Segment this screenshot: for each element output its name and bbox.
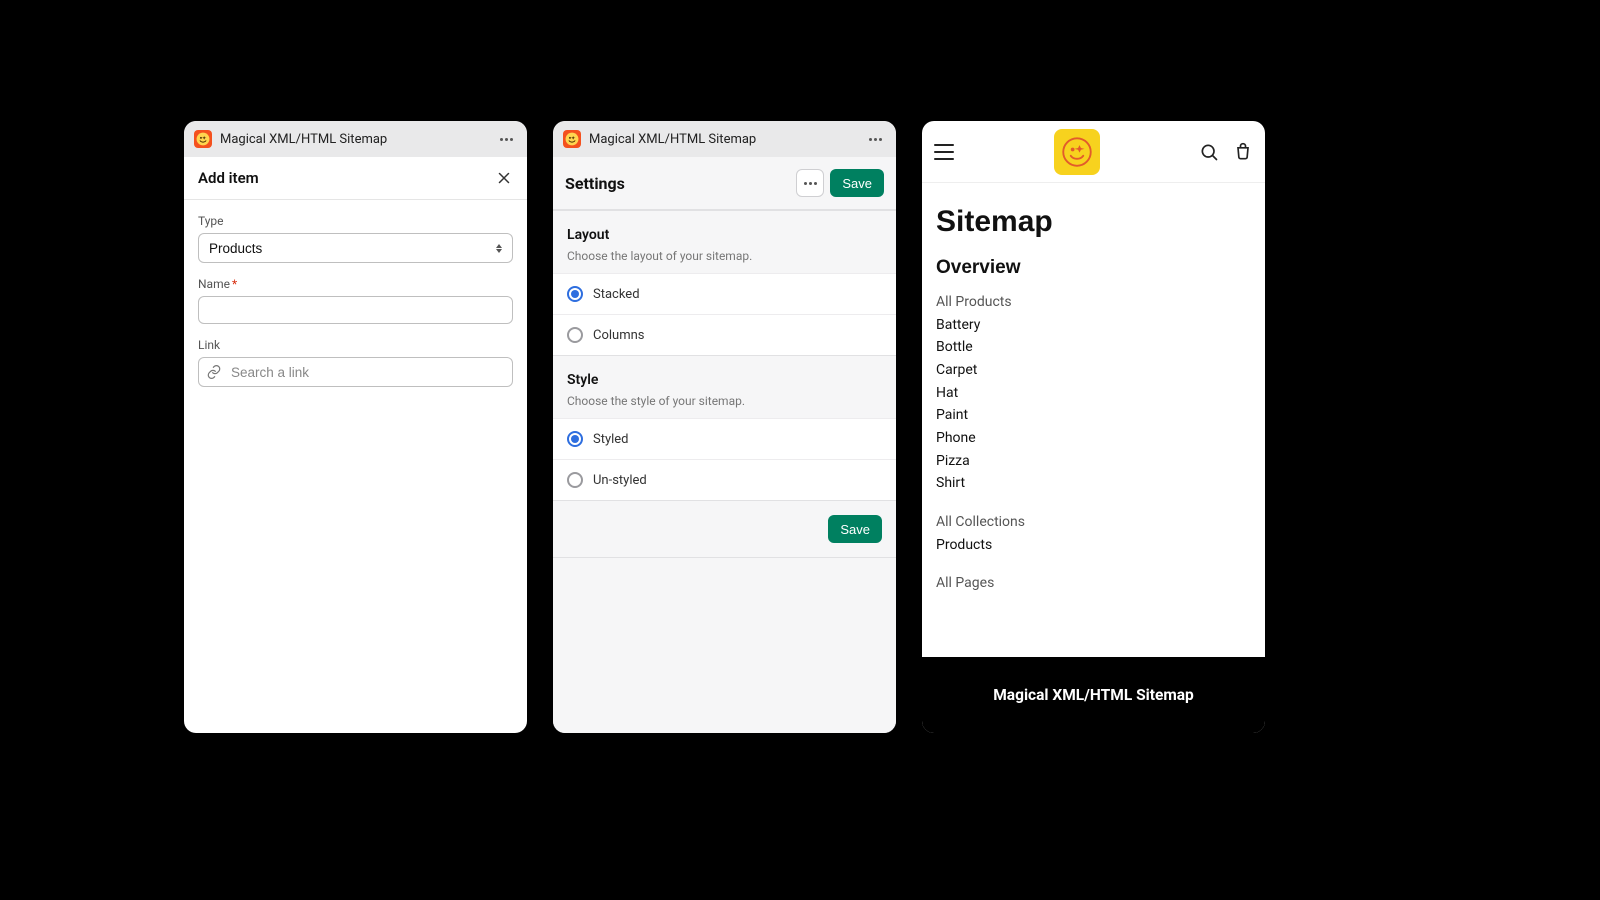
sitemap-link-product[interactable]: Carpet bbox=[936, 359, 1251, 382]
sitemap-link-product[interactable]: Phone bbox=[936, 427, 1251, 450]
style-section-subtitle: Choose the style of your sitemap. bbox=[567, 394, 882, 408]
name-label: Name* bbox=[198, 277, 513, 291]
link-icon bbox=[206, 364, 222, 380]
radio-icon bbox=[567, 286, 583, 302]
footer-save-button[interactable]: Save bbox=[828, 515, 882, 543]
type-select[interactable]: Products bbox=[198, 233, 513, 263]
app-logo-icon bbox=[194, 130, 212, 148]
brand-logo-icon bbox=[1054, 129, 1100, 175]
link-input[interactable] bbox=[198, 357, 513, 387]
sitemap-link-product[interactable]: Paint bbox=[936, 404, 1251, 427]
layout-option-columns[interactable]: Columns bbox=[553, 314, 896, 355]
radio-icon bbox=[567, 431, 583, 447]
panel-settings: Magical XML/HTML Sitemap Settings Save L… bbox=[553, 121, 896, 733]
close-icon[interactable] bbox=[495, 169, 513, 187]
sitemap-link-product[interactable]: Shirt bbox=[936, 472, 1251, 495]
footer-text: Magical XML/HTML Sitemap bbox=[993, 686, 1194, 704]
sitemap-link-product[interactable]: Hat bbox=[936, 382, 1251, 405]
radio-icon bbox=[567, 327, 583, 343]
sitemap-link-all-collections[interactable]: All Collections bbox=[936, 511, 1251, 534]
app-bar: Magical XML/HTML Sitemap bbox=[553, 121, 896, 157]
search-icon[interactable] bbox=[1199, 142, 1219, 162]
storefront-header bbox=[922, 121, 1265, 183]
name-input[interactable] bbox=[198, 296, 513, 324]
radio-icon bbox=[567, 472, 583, 488]
layout-section-title: Layout bbox=[567, 227, 882, 243]
sitemap-collections-block: All Collections Products bbox=[936, 511, 1251, 556]
sitemap-link-product[interactable]: Pizza bbox=[936, 450, 1251, 473]
cart-icon[interactable] bbox=[1233, 142, 1253, 162]
more-menu-button[interactable] bbox=[496, 134, 517, 145]
sitemap-products-block: All Products Battery Bottle Carpet Hat P… bbox=[936, 291, 1251, 495]
app-title: Magical XML/HTML Sitemap bbox=[220, 132, 488, 147]
sitemap-link-product[interactable]: Battery bbox=[936, 314, 1251, 337]
style-option-styled[interactable]: Styled bbox=[553, 418, 896, 459]
settings-title: Settings bbox=[565, 174, 625, 193]
storefront-footer: Magical XML/HTML Sitemap bbox=[922, 657, 1265, 733]
save-button[interactable]: Save bbox=[830, 169, 884, 197]
sitemap-link-all-pages[interactable]: All Pages bbox=[936, 572, 1251, 595]
link-label: Link bbox=[198, 338, 513, 352]
style-section-title: Style bbox=[567, 372, 882, 388]
sitemap-overview-title: Overview bbox=[936, 257, 1251, 279]
style-option-unstyled[interactable]: Un-styled bbox=[553, 459, 896, 500]
panel-storefront-preview: Sitemap Overview All Products Battery Bo… bbox=[922, 121, 1265, 733]
app-title: Magical XML/HTML Sitemap bbox=[589, 132, 857, 147]
more-menu-button[interactable] bbox=[865, 134, 886, 145]
app-logo-icon bbox=[563, 130, 581, 148]
app-bar: Magical XML/HTML Sitemap bbox=[184, 121, 527, 157]
hamburger-menu-icon[interactable] bbox=[934, 144, 954, 160]
sitemap-pages-block: All Pages bbox=[936, 572, 1251, 595]
settings-more-button[interactable] bbox=[796, 169, 824, 197]
sitemap-link-product[interactable]: Bottle bbox=[936, 336, 1251, 359]
sitemap-page-title: Sitemap bbox=[936, 205, 1251, 239]
sitemap-link-all-products[interactable]: All Products bbox=[936, 291, 1251, 314]
panel-title: Add item bbox=[198, 169, 259, 187]
layout-option-stacked[interactable]: Stacked bbox=[553, 273, 896, 314]
layout-section-subtitle: Choose the layout of your sitemap. bbox=[567, 249, 882, 263]
panel-add-item: Magical XML/HTML Sitemap Add item Type P… bbox=[184, 121, 527, 733]
sitemap-link-collection[interactable]: Products bbox=[936, 534, 1251, 557]
type-label: Type bbox=[198, 214, 513, 228]
